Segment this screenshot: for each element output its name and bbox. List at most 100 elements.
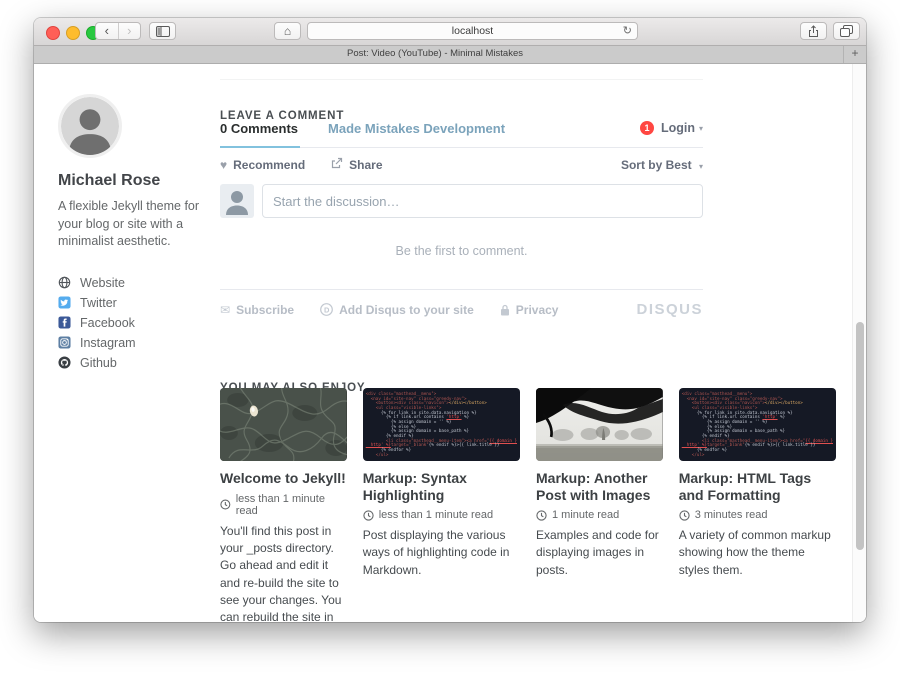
post-read-time: less than 1 minute read: [220, 493, 347, 517]
post-read-time: 1 minute read: [536, 509, 663, 521]
close-window-button[interactable]: [46, 26, 60, 40]
scrollbar-thumb[interactable]: [856, 322, 864, 550]
subscribe-label: Subscribe: [236, 303, 294, 317]
disqus-footer-divider: [220, 289, 703, 290]
url-field[interactable]: localhost ↻: [307, 22, 638, 40]
empty-state-message: Be the first to comment.: [220, 244, 703, 258]
clock-icon: [536, 510, 547, 521]
author-name: Michael Rose: [58, 172, 208, 190]
disqus-actions: ♥ Recommend Share Sort by Best ▾: [220, 157, 703, 172]
post-thumbnail[interactable]: [536, 388, 663, 461]
add-disqus-label: Add Disqus to your site: [339, 303, 474, 317]
post-thumbnail[interactable]: [220, 388, 347, 461]
sidebar-link-label: Twitter: [80, 296, 117, 310]
comments-heading: LEAVE A COMMENT: [220, 110, 344, 122]
author-profile: Michael Rose A flexible Jekyll theme for…: [58, 94, 208, 373]
sort-menu[interactable]: Sort by Best ▾: [621, 158, 703, 172]
related-post-card: Markup: Another Post with Images 1 minute…: [536, 388, 663, 622]
sidebar-link-facebook[interactable]: Facebook: [58, 313, 208, 333]
sort-label: Sort by Best: [621, 158, 692, 172]
disqus-logo[interactable]: DISQUS: [636, 301, 703, 318]
forward-button[interactable]: ›: [118, 23, 141, 39]
tab-bar: Post: Video (YouTube) - Minimal Mistakes…: [34, 46, 866, 64]
post-title-link[interactable]: Welcome to Jekyll!: [220, 470, 347, 487]
refresh-icon[interactable]: ↻: [623, 24, 632, 37]
svg-text:D: D: [324, 305, 330, 314]
envelope-icon: ✉: [220, 303, 230, 317]
login-menu[interactable]: 1 Login ▾: [640, 121, 703, 135]
community-link[interactable]: Made Mistakes Development: [328, 121, 505, 136]
recommend-button[interactable]: ♥ Recommend: [220, 158, 305, 172]
comment-count-tab[interactable]: 0 Comments: [220, 121, 298, 136]
comment-input[interactable]: [262, 184, 703, 218]
sidebar-link-website[interactable]: Website: [58, 273, 208, 293]
subscribe-link[interactable]: ✉ Subscribe: [220, 303, 294, 317]
share-icon: [808, 25, 819, 38]
privacy-label: Privacy: [516, 303, 559, 317]
instagram-icon: [58, 336, 71, 349]
chevron-down-icon: ▾: [699, 162, 703, 171]
tab-overview-button[interactable]: [833, 22, 860, 40]
globe-icon: [58, 276, 71, 289]
read-time-label: 3 minutes read: [695, 509, 768, 521]
tab-title[interactable]: Post: Video (YouTube) - Minimal Mistakes: [34, 48, 836, 59]
minimize-window-button[interactable]: [66, 26, 80, 40]
home-button[interactable]: ⌂: [274, 22, 301, 40]
sidebar-link-instagram[interactable]: Instagram: [58, 333, 208, 353]
default-avatar-icon: [220, 184, 254, 218]
clock-icon: [679, 510, 690, 521]
disqus-footer: ✉ Subscribe D Add Disqus to your site Pr…: [220, 301, 703, 318]
code-screenshot-thumbnail: <div class="masthead__menu"> <nav id="si…: [679, 388, 836, 461]
notification-badge: 1: [640, 121, 654, 135]
sidebar-link-label: Instagram: [80, 336, 136, 350]
related-post-card: <div class="masthead__menu"> <nav id="si…: [679, 388, 836, 622]
active-tab-underline: [220, 146, 300, 148]
lock-icon: [500, 304, 510, 316]
author-bio: A flexible Jekyll theme for your blog or…: [58, 198, 208, 251]
share-button[interactable]: [800, 22, 827, 40]
login-label: Login: [661, 121, 695, 135]
post-excerpt: Post displaying the various ways of high…: [363, 527, 520, 579]
clock-icon: [363, 510, 374, 521]
privacy-link[interactable]: Privacy: [500, 303, 559, 317]
sidebar-icon: [156, 26, 170, 37]
share-thread-button[interactable]: Share: [331, 157, 382, 172]
back-button[interactable]: ‹: [96, 23, 118, 39]
sidebar-link-label: Website: [80, 276, 125, 290]
post-thumbnail[interactable]: <div class="masthead__menu"> <nav id="si…: [363, 388, 520, 461]
post-title-link[interactable]: Markup: Syntax Highlighting: [363, 470, 520, 503]
avatar: [58, 94, 122, 158]
heart-icon: ♥: [220, 158, 227, 172]
post-read-time: 3 minutes read: [679, 509, 836, 521]
history-nav-group: ‹ ›: [95, 22, 141, 40]
clock-icon: [220, 499, 231, 510]
comment-compose: [220, 184, 703, 218]
person-silhouette-icon: [61, 97, 119, 155]
tabs-icon: [840, 25, 853, 37]
read-time-label: 1 minute read: [552, 509, 619, 521]
sidebar-link-label: Facebook: [80, 316, 135, 330]
section-divider: [220, 79, 703, 80]
post-thumbnail[interactable]: <div class="masthead__menu"> <nav id="si…: [679, 388, 836, 461]
add-disqus-link[interactable]: D Add Disqus to your site: [320, 303, 474, 317]
sidebar-toggle-button[interactable]: [149, 22, 176, 40]
new-tab-button[interactable]: +: [843, 46, 866, 63]
disqus-d-icon: D: [320, 303, 333, 316]
related-post-card: Welcome to Jekyll! less than 1 minute rea…: [220, 388, 347, 622]
facebook-icon: [58, 316, 71, 329]
sidebar-link-twitter[interactable]: Twitter: [58, 293, 208, 313]
code-screenshot-thumbnail: <div class="masthead__menu"> <nav id="si…: [363, 388, 520, 461]
twitter-icon: [58, 296, 71, 309]
post-title-link[interactable]: Markup: Another Post with Images: [536, 470, 663, 503]
browser-window: ‹ › ⌂ localhost ↻ Post: Video (YouTube) …: [34, 18, 866, 622]
url-text: localhost: [308, 25, 637, 37]
sidebar-link-github[interactable]: Github: [58, 353, 208, 373]
share-arrow-icon: [331, 157, 343, 172]
disqus-embed: 0 Comments Made Mistakes Development 1 L…: [220, 121, 703, 318]
post-title-link[interactable]: Markup: HTML Tags and Formatting: [679, 470, 836, 503]
share-label: Share: [349, 158, 382, 172]
recommend-label: Recommend: [233, 158, 305, 172]
browser-toolbar: ‹ › ⌂ localhost ↻: [34, 18, 866, 46]
chevron-down-icon: ▾: [699, 124, 703, 133]
related-posts-grid: Welcome to Jekyll! less than 1 minute rea…: [220, 388, 836, 622]
